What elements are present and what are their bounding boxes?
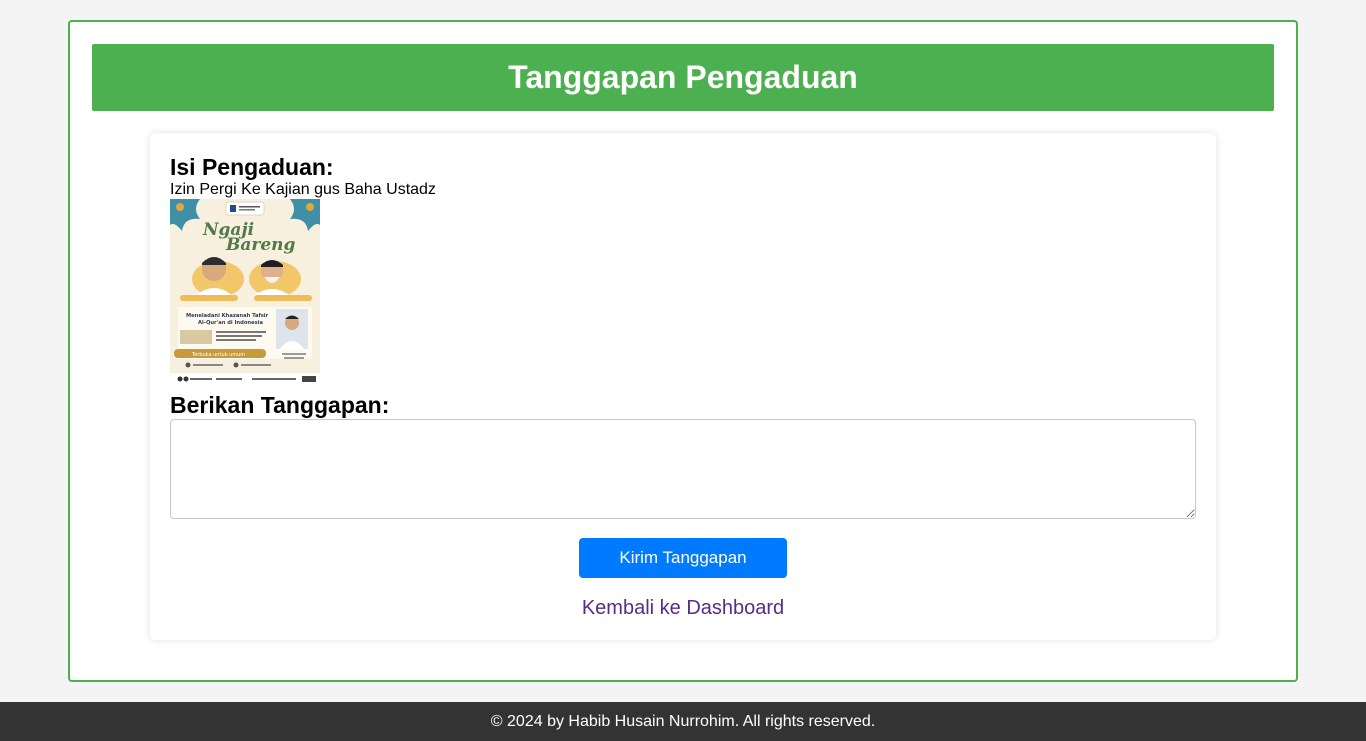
complaint-image: Ngaji Bareng Meneladani Khazanah Tafsir … xyxy=(170,199,320,385)
response-textarea[interactable] xyxy=(170,419,1196,519)
response-label: Berikan Tanggapan: xyxy=(170,392,390,418)
poster-title-2: Bareng xyxy=(225,235,296,255)
response-card: Isi Pengaduan: Izin Pergi Ke Kajian gus … xyxy=(150,133,1216,640)
submit-response-button[interactable]: Kirim Tanggapan xyxy=(579,538,787,578)
back-to-dashboard-link[interactable]: Kembali ke Dashboard xyxy=(150,597,1216,620)
complaint-text: Izin Pergi Ke Kajian gus Baha Ustadz xyxy=(170,181,436,198)
footer-copyright: © 2024 by Habib Husain Nurrohim. All rig… xyxy=(490,712,876,730)
poster-subtitle-2: Al-Qur'an di Indonesia xyxy=(198,320,263,326)
main-container: Tanggapan Pengaduan Isi Pengaduan: Izin … xyxy=(68,20,1298,682)
complaint-label: Isi Pengaduan: xyxy=(170,154,334,180)
poster-badge: Terbuka untuk umum xyxy=(191,352,245,358)
page-title: Tanggapan Pengaduan xyxy=(508,59,858,95)
page-footer: © 2024 by Habib Husain Nurrohim. All rig… xyxy=(0,702,1366,741)
page-header: Tanggapan Pengaduan xyxy=(92,44,1274,111)
poster-subtitle-1: Meneladani Khazanah Tafsir xyxy=(186,313,269,319)
